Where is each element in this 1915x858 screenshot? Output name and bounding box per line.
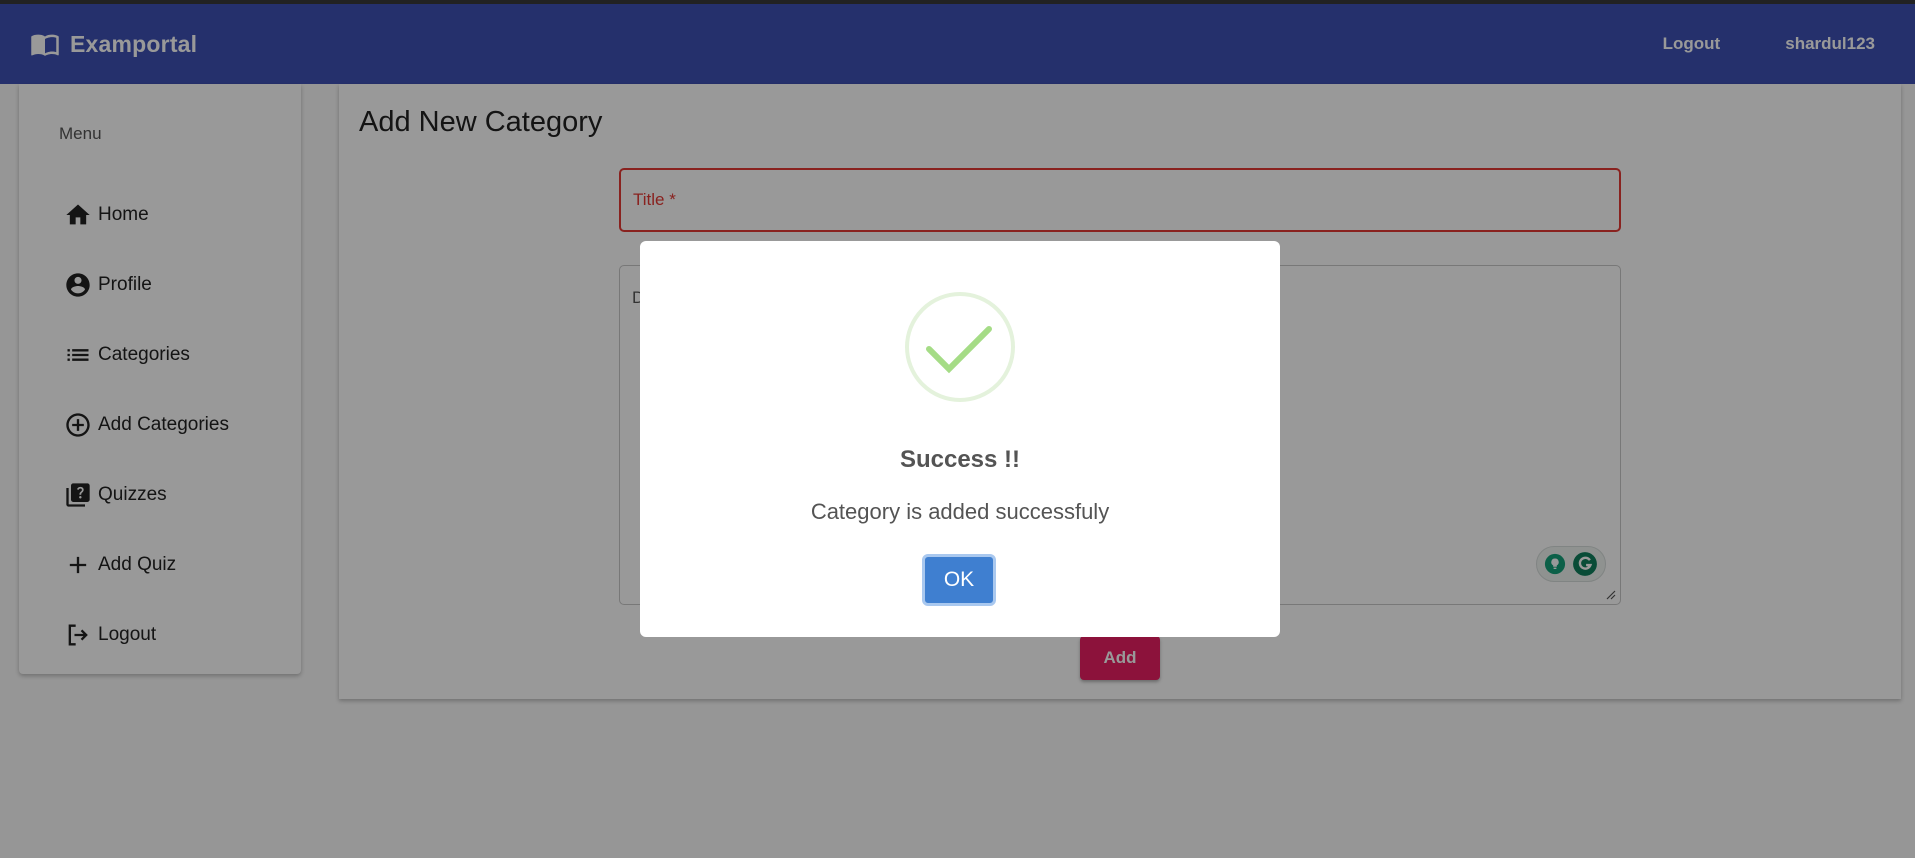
success-dialog: Success !! Category is added successfuly… [640, 241, 1280, 637]
dialog-message: Category is added successfuly [810, 499, 1110, 524]
ok-button[interactable]: OK [922, 554, 996, 606]
success-check-icon [905, 292, 1015, 402]
dialog-title: Success !! [899, 446, 1021, 473]
